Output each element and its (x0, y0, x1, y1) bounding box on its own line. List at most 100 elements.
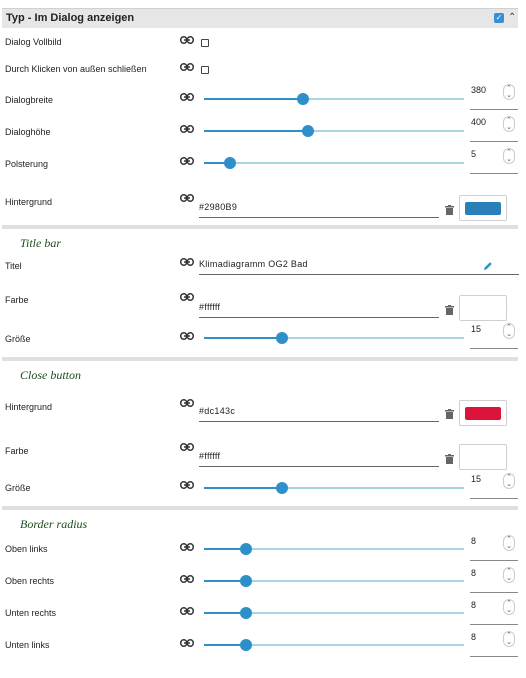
radius-top-left-input[interactable]: 8 ⌃ ⌄ (470, 535, 518, 561)
chevron-up-icon[interactable]: ⌃ (504, 324, 514, 331)
slider-thumb[interactable] (276, 332, 288, 344)
chevron-down-icon[interactable]: ⌄ (504, 543, 514, 550)
spinner[interactable]: ⌃ ⌄ (503, 535, 515, 551)
row-dialog-height: Dialoghöhe 400 ⌃ ⌄ (0, 116, 526, 144)
chevron-down-icon[interactable]: ⌄ (504, 331, 514, 338)
link-icon[interactable] (180, 481, 194, 489)
link-icon[interactable] (180, 399, 194, 407)
trash-icon[interactable] (445, 454, 454, 464)
chevron-up-icon[interactable]: ⌃ (504, 149, 514, 156)
chevron-down-icon[interactable]: ⌄ (504, 124, 514, 131)
slider-thumb[interactable] (239, 543, 252, 555)
row-dialog-width: Dialogbreite 380 ⌃ ⌄ (0, 84, 526, 112)
spinner[interactable]: ⌃ ⌄ (503, 323, 515, 339)
dialog-width-slider[interactable] (204, 93, 464, 105)
padding-slider[interactable] (204, 157, 464, 169)
chevron-up-icon[interactable]: ⌃ (504, 85, 514, 92)
slider-thumb[interactable] (276, 482, 288, 494)
link-icon[interactable] (180, 125, 194, 133)
slider-thumb[interactable] (239, 607, 252, 619)
dialog-height-input[interactable]: 400 ⌃ ⌄ (470, 116, 518, 142)
link-icon[interactable] (180, 639, 194, 647)
radius-bottom-left-slider[interactable] (204, 639, 464, 651)
link-icon[interactable] (180, 157, 194, 165)
spinner[interactable]: ⌃ ⌄ (503, 84, 515, 100)
link-icon[interactable] (180, 36, 194, 44)
link-icon[interactable] (180, 63, 194, 71)
chevron-down-icon[interactable]: ⌄ (504, 92, 514, 99)
slider-thumb[interactable] (239, 639, 252, 651)
spinner[interactable]: ⌃ ⌄ (503, 567, 515, 583)
chevron-up-icon[interactable]: ⌃ (504, 536, 514, 543)
close-color-swatch[interactable] (459, 444, 507, 470)
title-size-input[interactable]: 15 ⌃ ⌄ (470, 323, 518, 349)
radius-top-right-input[interactable]: 8 ⌃ ⌄ (470, 567, 518, 593)
slider-thumb[interactable] (296, 93, 309, 105)
row-title-size: Größe 15 ⌃ ⌄ (0, 322, 526, 350)
link-icon[interactable] (180, 543, 194, 551)
trash-icon[interactable] (445, 205, 454, 215)
background-color-swatch[interactable] (459, 195, 507, 221)
chevron-up-icon[interactable]: ⌃ (504, 632, 514, 639)
chevron-up-icon[interactable]: ⌃ (504, 600, 514, 607)
slider-thumb[interactable] (239, 575, 252, 587)
link-icon[interactable] (180, 194, 194, 202)
divider (2, 225, 518, 229)
chevron-up-icon[interactable]: ⌃ (504, 117, 514, 124)
title-text-input[interactable]: Klimadiagramm OG2 Bad (199, 257, 519, 275)
link-icon[interactable] (180, 575, 194, 583)
trash-icon[interactable] (445, 305, 454, 315)
field-label: Dialogbreite (5, 95, 54, 105)
link-icon[interactable] (180, 93, 194, 101)
link-icon[interactable] (180, 607, 194, 615)
chevron-down-icon[interactable]: ⌄ (504, 575, 514, 582)
radius-bottom-right-slider[interactable] (204, 607, 464, 619)
spinner[interactable]: ⌃ ⌄ (503, 599, 515, 615)
chevron-down-icon[interactable]: ⌄ (504, 481, 514, 488)
title-color-swatch[interactable] (459, 295, 507, 321)
close-size-input[interactable]: 15 ⌃ ⌄ (470, 473, 518, 499)
chevron-up-icon[interactable]: ⌃ (504, 568, 514, 575)
spinner[interactable]: ⌃ ⌄ (503, 631, 515, 647)
chevron-down-icon[interactable]: ⌄ (504, 607, 514, 614)
section-header[interactable]: Typ - Im Dialog anzeigen ✓ ⌃ (2, 8, 518, 28)
chevron-up-icon[interactable]: ⌃ (504, 474, 514, 481)
close-color-input[interactable]: #ffffff (199, 449, 439, 467)
title-size-slider[interactable] (204, 332, 464, 344)
row-background: Hintergrund #2980B9 (0, 192, 526, 221)
close-background-swatch[interactable] (459, 400, 507, 426)
row-title-text: Titel Klimadiagramm OG2 Bad (0, 256, 526, 284)
spinner[interactable]: ⌃ ⌄ (503, 148, 515, 164)
chevron-down-icon[interactable]: ⌄ (504, 639, 514, 646)
background-color-input[interactable]: #2980B9 (199, 200, 439, 218)
checkbox-checked-icon[interactable]: ✓ (494, 13, 504, 23)
trash-icon[interactable] (445, 409, 454, 419)
slider-thumb[interactable] (224, 157, 236, 169)
chevron-down-icon[interactable]: ⌄ (504, 156, 514, 163)
link-icon[interactable] (180, 293, 194, 301)
dialog-width-input[interactable]: 380 ⌃ ⌄ (470, 84, 518, 110)
row-radius-bottom-left: Unten links 8 ⌃ ⌄ (0, 630, 526, 658)
padding-input[interactable]: 5 ⌃ ⌄ (470, 148, 518, 174)
dialog-height-slider[interactable] (204, 125, 464, 137)
radius-bottom-right-input[interactable]: 8 ⌃ ⌄ (470, 599, 518, 625)
field-label: Dialoghöhe (5, 127, 51, 137)
spinner[interactable]: ⌃ ⌄ (503, 116, 515, 132)
link-icon[interactable] (180, 258, 194, 266)
title-color-input[interactable]: #ffffff (199, 300, 439, 318)
radius-bottom-left-input[interactable]: 8 ⌃ ⌄ (470, 631, 518, 657)
close-outside-checkbox[interactable] (201, 66, 209, 74)
pencil-icon[interactable] (483, 261, 493, 271)
link-icon[interactable] (180, 443, 194, 451)
divider (2, 506, 518, 510)
radius-top-left-slider[interactable] (204, 543, 464, 555)
field-label: Farbe (5, 446, 29, 456)
fullscreen-checkbox[interactable] (201, 39, 209, 47)
chevron-up-icon[interactable]: ⌃ (508, 12, 516, 23)
radius-top-right-slider[interactable] (204, 575, 464, 587)
link-icon[interactable] (180, 332, 194, 340)
slider-thumb[interactable] (302, 125, 314, 137)
close-background-input[interactable]: #dc143c (199, 404, 439, 422)
spinner[interactable]: ⌃ ⌄ (503, 473, 515, 489)
close-size-slider[interactable] (204, 482, 464, 494)
